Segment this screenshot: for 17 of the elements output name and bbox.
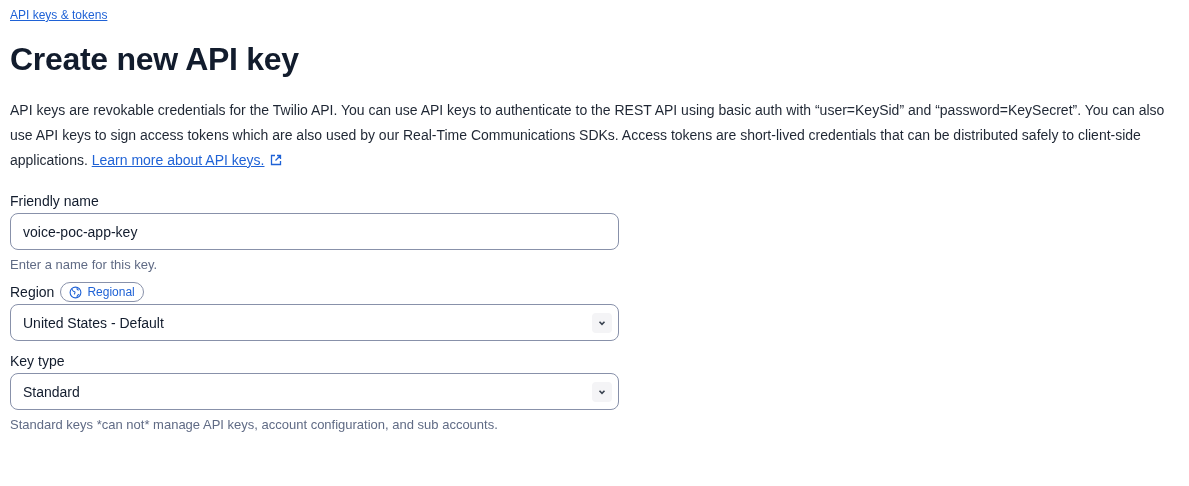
select-field[interactable]: Standard (10, 373, 619, 410)
description-text: API keys are revokable credentials for the Twilio API. You can use API keys to authenticate to the REST API using basic auth with “user=KeySid” and “password=KeySecret”. You can also use API keys to sign access tokens which are also used by our Real-Time Communications SDKs. Access tokens are short-lived credentials that can be distributed safely to client-side applications. Learn more about API keys. (10, 101, 1166, 170)
external-link-icon (270, 154, 283, 166)
chevron-down-icon (592, 312, 612, 333)
page-title: Create new API key (10, 41, 300, 78)
select-field[interactable]: United States - Default (10, 304, 619, 341)
globe-icon (69, 285, 83, 299)
learn-more-link[interactable]: Learn more about API keys. (91, 152, 265, 168)
help-text: Standard keys *can not* manage API keys, account configuration, and sub accounts. (10, 417, 499, 432)
help-text: Enter a name for this key. (10, 257, 159, 272)
field-label: Region (10, 284, 55, 300)
field-label: Friendly name (10, 193, 99, 209)
field-label: Key type (10, 353, 65, 369)
friendly-name-input[interactable]: voice-poc-app-key (10, 213, 619, 250)
breadcrumb-link[interactable]: API keys & tokens (10, 8, 108, 22)
chevron-down-icon (592, 381, 612, 402)
badge-label: Regional (87, 285, 135, 299)
